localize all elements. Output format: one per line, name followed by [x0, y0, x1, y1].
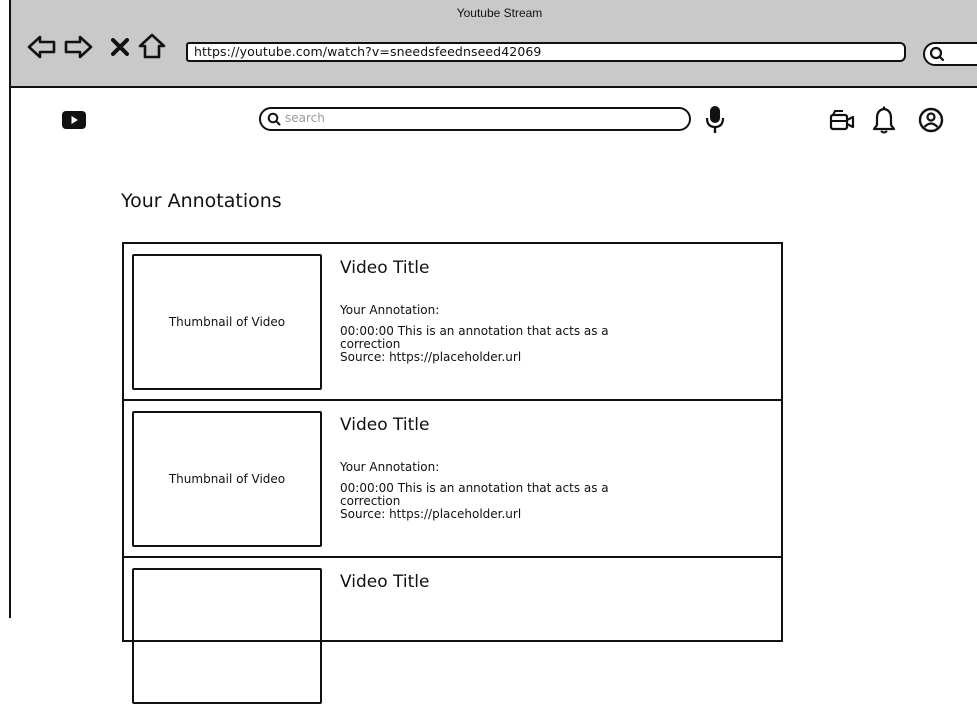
annotation-source: Source: https://placeholder.url — [340, 350, 522, 364]
annotation-card[interactable]: Video Title — [124, 558, 781, 715]
video-title[interactable]: Video Title — [340, 258, 429, 278]
video-title[interactable]: Video Title — [340, 415, 429, 435]
stop-button[interactable] — [111, 38, 129, 64]
video-title[interactable]: Video Title — [340, 572, 429, 592]
annotation-body: Your Annotation: 00:00:00 This is an ann… — [340, 304, 650, 364]
arrow-right-icon — [64, 35, 93, 59]
thumbnail-label: Thumbnail of Video — [168, 472, 286, 486]
page-title: Your Annotations — [121, 190, 282, 212]
search-input[interactable]: search — [259, 107, 691, 131]
annotation-card[interactable]: Thumbnail of Video Video Title Your Anno… — [124, 244, 781, 401]
close-icon — [111, 38, 129, 56]
annotation-label: Your Annotation: — [340, 460, 440, 474]
annotation-label: Your Annotation: — [340, 303, 440, 317]
microphone-icon — [705, 106, 725, 133]
search-icon — [267, 112, 281, 131]
window-title: Youtube Stream — [456, 6, 543, 20]
video-thumbnail[interactable]: Thumbnail of Video — [132, 411, 322, 547]
user-circle-icon — [918, 107, 944, 133]
search-placeholder: search — [285, 111, 325, 125]
video-camera-icon — [829, 110, 855, 131]
bell-icon — [872, 106, 896, 134]
video-thumbnail[interactable]: Thumbnail of Video — [132, 254, 322, 390]
notifications-button[interactable] — [872, 106, 896, 139]
forward-button[interactable] — [63, 34, 93, 60]
annotation-text: 00:00:00 This is an annotation that acts… — [340, 481, 609, 508]
back-button[interactable] — [27, 34, 57, 60]
annotations-list: Thumbnail of Video Video Title Your Anno… — [122, 242, 783, 704]
arrow-left-icon — [27, 35, 56, 59]
browser-search-field[interactable] — [923, 42, 977, 66]
youtube-logo-icon — [62, 111, 86, 129]
annotation-text: 00:00:00 This is an annotation that acts… — [340, 324, 609, 351]
annotation-card[interactable]: Thumbnail of Video Video Title Your Anno… — [124, 401, 781, 558]
annotation-source: Source: https://placeholder.url — [340, 507, 522, 521]
account-button[interactable] — [918, 107, 944, 138]
annotation-body: Your Annotation: 00:00:00 This is an ann… — [340, 461, 650, 521]
search-icon — [929, 46, 945, 67]
home-icon — [138, 33, 166, 59]
create-video-button[interactable] — [829, 110, 857, 137]
youtube-logo[interactable] — [62, 111, 86, 134]
address-bar[interactable]: https://youtube.com/watch?v=sneedsfeedns… — [186, 42, 906, 62]
home-button[interactable] — [137, 32, 167, 59]
video-thumbnail[interactable] — [132, 568, 322, 704]
browser-chrome: Youtube Stream https://youtube.com/watch… — [11, 0, 977, 88]
thumbnail-label: Thumbnail of Video — [168, 315, 286, 329]
voice-search-button[interactable] — [705, 105, 725, 140]
